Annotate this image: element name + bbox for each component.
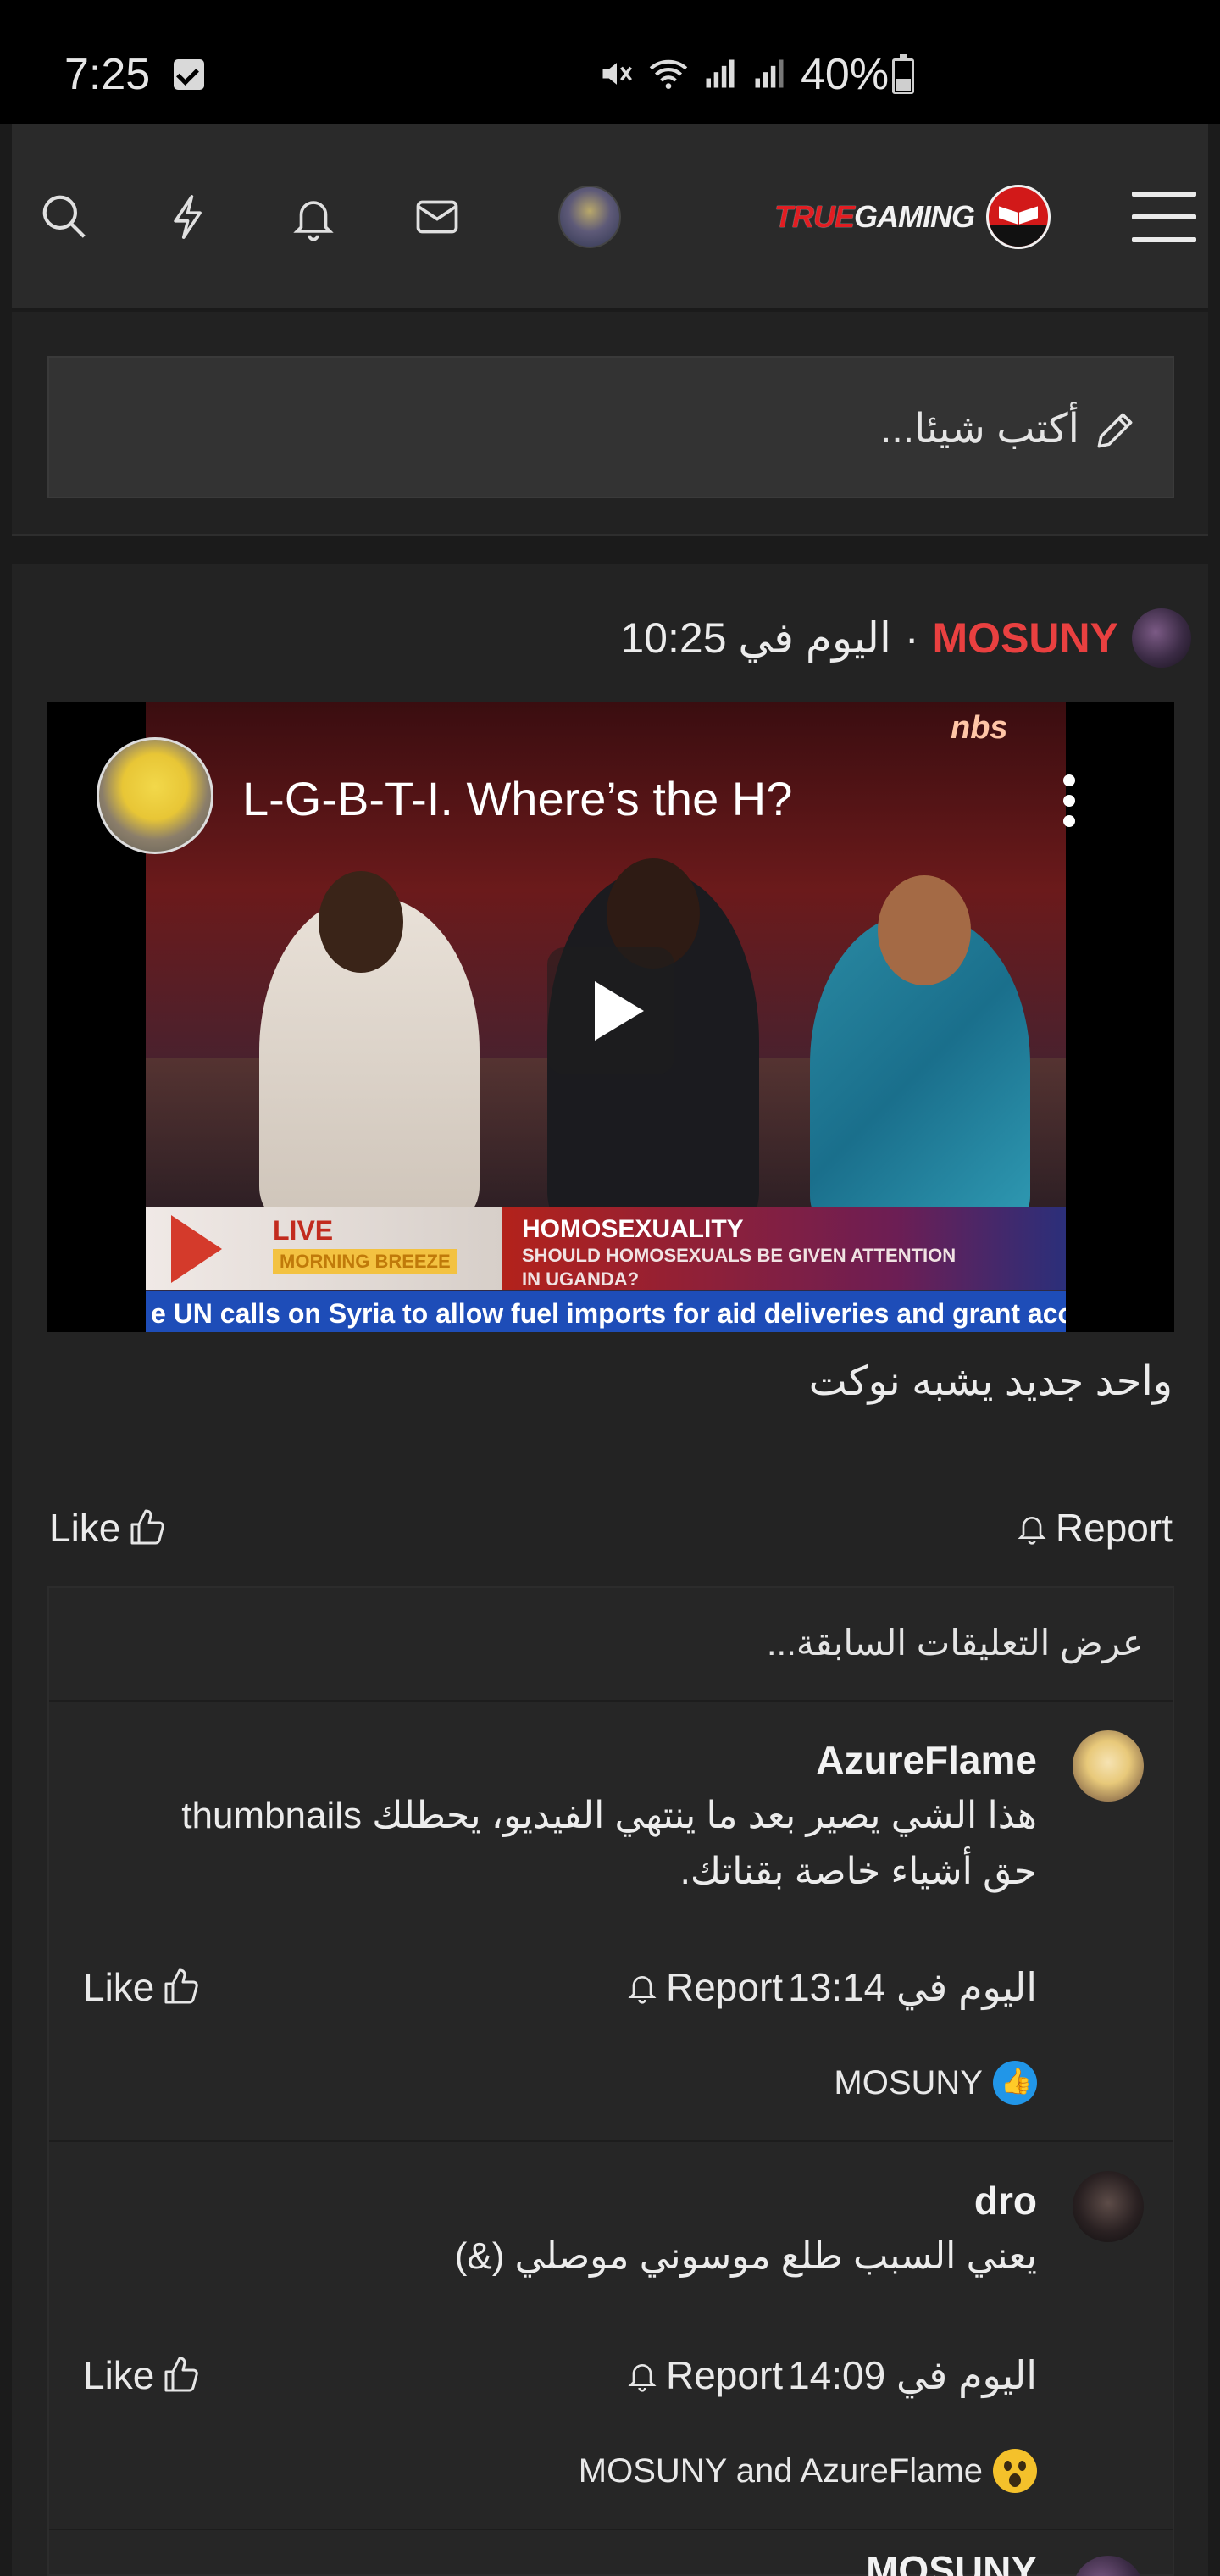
topic-question-2: IN UGANDA? — [522, 1269, 640, 1290]
like-label: Like — [83, 2353, 155, 2397]
report-button[interactable]: Report — [625, 2352, 783, 2398]
post-actions: Like Report — [49, 1496, 1173, 1561]
comment-body: يعني السبب طلع موسوني موصلي (&) — [454, 2235, 1037, 2277]
logo-mask-icon — [986, 185, 1051, 249]
thumbs-up-icon — [130, 1509, 165, 1545]
show-previous-comments[interactable]: عرض التعليقات السابقة... — [767, 1622, 1144, 1663]
comment-meta: Like Report اليوم في 13:14 — [83, 1959, 1037, 2018]
avatar[interactable] — [1073, 2556, 1144, 2576]
pencil-icon — [1097, 413, 1133, 448]
status-bar: 7:25 40% — [0, 0, 1220, 124]
like-label: Like — [83, 1965, 155, 2009]
post-text: واحد جديد يشبه نوكت — [808, 1359, 1173, 1404]
like-label: Like — [49, 1506, 121, 1550]
like-reaction-icon — [993, 2061, 1037, 2105]
video-title[interactable]: L-G-B-T-I. Where’s the H? — [242, 771, 792, 826]
comment-reactions[interactable]: MOSUNY and AzureFlame — [579, 2446, 1037, 2496]
status-icons — [598, 53, 788, 95]
logo-true: TRUE — [774, 199, 855, 234]
report-label: Report — [666, 2353, 784, 2397]
signal-icon — [755, 59, 784, 88]
video-lower-third: LIVE MORNING BREEZE HOMOSEXUALITY SHOULD… — [146, 1207, 1066, 1332]
post: MOSUNY · اليوم في 10:25 nbs LIVE MORNING… — [12, 564, 1208, 2576]
mute-icon — [602, 63, 632, 85]
like-button[interactable]: Like — [83, 2352, 202, 2398]
news-ticker: e UN calls on Syria to allow fuel import… — [146, 1291, 1066, 1332]
battery-percent: 40% — [801, 50, 890, 99]
search-icon[interactable] — [30, 183, 98, 251]
topic-question-1: SHOULD HOMOSEXUALS BE GIVEN ATTENTION — [522, 1245, 957, 1266]
reaction-users: MOSUNY — [834, 2063, 983, 2101]
avatar[interactable] — [1132, 608, 1191, 668]
thumbs-up-icon — [164, 1968, 199, 2004]
logo-gaming: GAMING — [854, 199, 975, 234]
logo-text: TRUEGAMING — [774, 199, 975, 235]
comment-author[interactable]: AzureFlame — [816, 1737, 1037, 1783]
bell-icon[interactable] — [280, 183, 347, 251]
avatar[interactable] — [1073, 1730, 1144, 1802]
report-label: Report — [1055, 1506, 1173, 1550]
post-header: MOSUNY · اليوم في 10:25 — [620, 607, 1191, 669]
report-button[interactable]: Report — [625, 1964, 783, 2010]
composer-placeholder: أكتب شيئا... — [880, 407, 1079, 452]
comment-author[interactable]: MOSUNY — [866, 2547, 1037, 2576]
signal-icon — [706, 59, 735, 88]
report-label: Report — [666, 1965, 784, 2009]
divider — [49, 1700, 1173, 1702]
play-icon[interactable] — [547, 947, 674, 1074]
lightning-icon[interactable] — [156, 183, 224, 251]
chevron-icon — [171, 1215, 222, 1283]
more-options-icon[interactable] — [1061, 774, 1078, 834]
video-embed[interactable]: nbs LIVE MORNING BREEZE HOMOSEXUALITY SH… — [47, 702, 1174, 1332]
like-button[interactable]: Like — [83, 1964, 202, 2010]
bell-icon — [1018, 1517, 1046, 1545]
lower-third-topic-box: HOMOSEXUALITY SHOULD HOMOSEXUALS BE GIVE… — [502, 1207, 1066, 1290]
avatar[interactable] — [1073, 2171, 1144, 2242]
checkbox-notification-icon — [174, 59, 204, 90]
live-label: LIVE — [273, 1215, 334, 1246]
comment-meta: Like Report اليوم في 14:09 — [83, 2347, 1037, 2407]
comment-author[interactable]: dro — [974, 2178, 1037, 2223]
app-header: TRUEGAMING — [12, 124, 1208, 310]
comment-time[interactable]: اليوم في 14:09 — [788, 2352, 1037, 2398]
user-avatar[interactable] — [558, 186, 621, 248]
bell-icon — [628, 1976, 657, 2004]
like-button[interactable]: Like — [49, 1505, 168, 1551]
divider — [49, 2140, 1173, 2142]
post-time[interactable]: اليوم في 10:25 — [620, 613, 891, 663]
channel-avatar[interactable] — [97, 737, 214, 854]
hamburger-icon[interactable] — [1132, 192, 1196, 242]
post-author[interactable]: MOSUNY — [933, 613, 1118, 663]
wifi-icon — [649, 59, 688, 89]
comment-reactions[interactable]: MOSUNY — [834, 2057, 1037, 2108]
video-person-head — [878, 875, 971, 985]
channel-logo: nbs — [951, 710, 1008, 746]
lower-third-live-box: LIVE MORNING BREEZE — [146, 1207, 502, 1290]
comment-time[interactable]: اليوم في 13:14 — [788, 1964, 1037, 2010]
status-composer[interactable]: أكتب شيئا... — [47, 356, 1174, 498]
video-person-head — [319, 871, 403, 973]
topic-label: HOMOSEXUALITY — [522, 1215, 744, 1243]
thumbs-up-icon — [164, 2357, 199, 2392]
site-logo[interactable]: TRUEGAMING — [774, 185, 1051, 249]
battery-icon — [892, 54, 914, 94]
bell-icon — [628, 2364, 657, 2392]
status-time: 7:25 — [64, 50, 151, 99]
divider — [49, 2529, 1173, 2530]
post-separator: · — [904, 614, 919, 662]
comment-body: هذا الشي يصير بعد ما ينتهي الفيديو، يحطل… — [181, 1795, 1037, 1892]
mail-icon[interactable] — [403, 183, 471, 251]
wow-reaction-icon — [993, 2449, 1037, 2493]
report-button[interactable]: Report — [1015, 1505, 1173, 1551]
comments-section: عرض التعليقات السابقة... AzureFlame هذا … — [47, 1586, 1174, 2576]
show-label: MORNING BREEZE — [273, 1249, 458, 1274]
reaction-users: MOSUNY and AzureFlame — [578, 2451, 983, 2490]
